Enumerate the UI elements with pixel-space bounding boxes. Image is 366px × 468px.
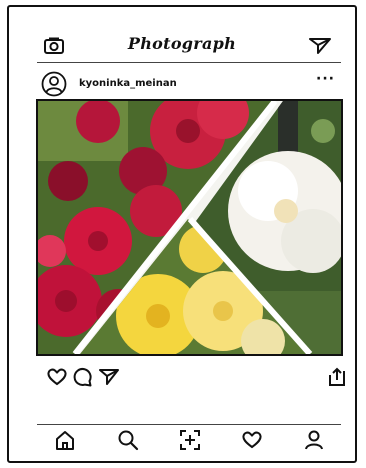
avatar-icon[interactable] [41,71,67,97]
like-heart-icon[interactable] [47,367,67,387]
add-post-icon[interactable] [179,429,201,451]
bottom-navigation [9,427,355,457]
app-title: Photograph [127,34,237,53]
comment-bubble-icon[interactable] [73,367,93,387]
post-photo[interactable] [36,99,343,356]
home-icon[interactable] [54,429,76,451]
divider [37,424,341,425]
search-icon[interactable] [117,429,139,451]
more-options-button[interactable]: ··· [316,71,335,87]
activity-heart-icon[interactable] [241,429,263,451]
save-upload-icon[interactable] [327,367,347,387]
phone-frame: Photograph kyoninka_meinan ··· [7,5,357,463]
profile-icon[interactable] [303,429,325,451]
post-actions [9,365,355,391]
divider [37,62,341,63]
post-header: kyoninka_meinan ··· [9,69,355,99]
share-paper-plane-icon[interactable] [99,367,119,387]
direct-message-icon[interactable] [309,37,331,55]
post-username[interactable]: kyoninka_meinan [79,78,177,89]
top-bar: Photograph [9,31,355,61]
